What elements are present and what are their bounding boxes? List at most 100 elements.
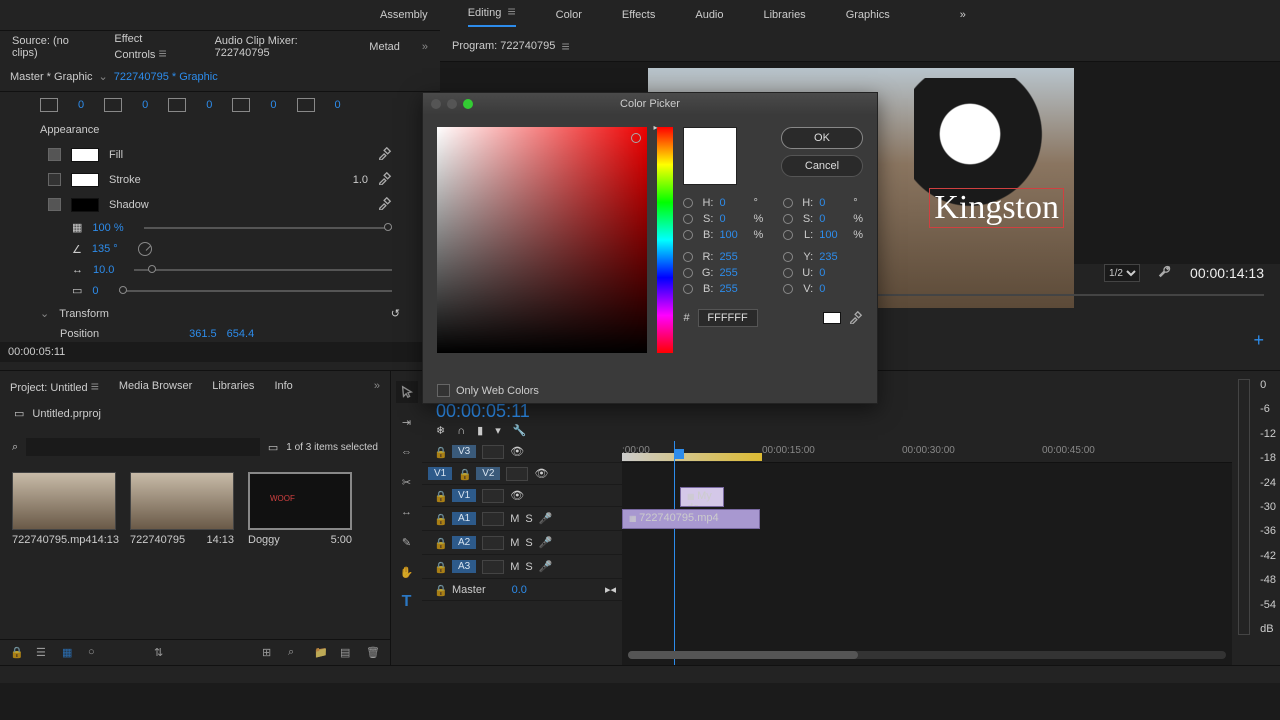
wrench-icon[interactable] bbox=[1158, 265, 1172, 282]
size-value[interactable]: 0 bbox=[92, 285, 98, 297]
metadata-tab[interactable]: Metad bbox=[369, 41, 400, 53]
hand-tool[interactable]: ✋ bbox=[396, 561, 418, 583]
hue-slider[interactable] bbox=[657, 127, 673, 353]
bin-item[interactable] bbox=[130, 472, 234, 530]
selection-tool[interactable] bbox=[396, 381, 418, 403]
toggle-output[interactable] bbox=[482, 445, 504, 459]
project-tab[interactable]: Project: Untitled ≡ bbox=[10, 378, 99, 394]
eyedropper-icon[interactable] bbox=[849, 310, 863, 327]
stroke-width[interactable]: 1.0 bbox=[353, 174, 368, 186]
sort-icon[interactable]: ⇅ bbox=[154, 646, 168, 660]
icon-view-icon[interactable]: ▦ bbox=[62, 646, 76, 660]
distance-value[interactable]: 10.0 bbox=[93, 264, 114, 276]
snap-icon[interactable]: ❄ bbox=[436, 424, 445, 437]
track-a2[interactable]: A2 bbox=[452, 536, 476, 549]
tracking-prop-icon[interactable] bbox=[104, 98, 122, 112]
zoom-scrollbar[interactable] bbox=[628, 651, 1226, 659]
zoom-window-icon[interactable] bbox=[463, 99, 473, 109]
lock-icon[interactable]: 🔒 bbox=[10, 646, 24, 660]
panel-overflow-icon[interactable]: » bbox=[422, 41, 428, 53]
tab-editing[interactable]: Editing ≡ bbox=[468, 3, 516, 27]
new-bin-icon[interactable]: 📁 bbox=[314, 646, 328, 660]
eyedropper-icon[interactable] bbox=[378, 171, 392, 188]
settings-icon[interactable]: ▾ bbox=[495, 424, 501, 437]
tab-assembly[interactable]: Assembly bbox=[380, 9, 428, 21]
opacity-slider[interactable] bbox=[144, 227, 392, 229]
wrench-icon[interactable]: 🔧 bbox=[513, 424, 527, 437]
new-item-icon[interactable]: ▤ bbox=[340, 646, 354, 660]
pen-tool[interactable]: ✎ bbox=[396, 531, 418, 553]
distance-slider[interactable] bbox=[134, 269, 392, 271]
web-colors-checkbox[interactable] bbox=[437, 384, 450, 397]
shadow-checkbox[interactable] bbox=[48, 198, 61, 211]
saturation-value-field[interactable] bbox=[437, 127, 647, 353]
tracking-prop-icon[interactable] bbox=[168, 98, 186, 112]
stroke-checkbox[interactable] bbox=[48, 173, 61, 186]
angle-dial[interactable] bbox=[138, 242, 152, 256]
stroke-swatch[interactable] bbox=[71, 173, 99, 187]
close-window-icon[interactable] bbox=[431, 99, 441, 109]
tab-color[interactable]: Color bbox=[556, 9, 582, 21]
reset-icon[interactable]: ↺ bbox=[391, 307, 400, 320]
trash-icon[interactable]: 🗑 bbox=[366, 646, 380, 660]
tab-libraries[interactable]: Libraries bbox=[764, 9, 806, 21]
shadow-swatch[interactable] bbox=[71, 198, 99, 212]
track-v1[interactable]: V1 bbox=[452, 489, 476, 502]
hex-input[interactable] bbox=[698, 309, 758, 327]
media-browser-tab[interactable]: Media Browser bbox=[119, 380, 192, 392]
clip-name[interactable]: 722740795 * Graphic bbox=[114, 71, 218, 83]
bin-icon[interactable]: ▭ bbox=[14, 407, 24, 420]
libraries-tab[interactable]: Libraries bbox=[212, 380, 254, 392]
tab-overflow-icon[interactable]: » bbox=[960, 9, 966, 21]
time-ruler[interactable]: :00:00 00:00:15:00 00:00:30:00 00:00:45:… bbox=[622, 441, 1232, 463]
list-view-icon[interactable]: ☰ bbox=[36, 646, 50, 660]
fill-swatch[interactable] bbox=[71, 148, 99, 162]
eyedropper-icon[interactable] bbox=[378, 196, 392, 213]
clip-video[interactable]: ▦ 722740795.mp4 bbox=[622, 509, 760, 529]
auto-seq-icon[interactable]: ⊞ bbox=[262, 646, 276, 660]
track-v2[interactable]: V2 bbox=[476, 467, 500, 480]
zoom-select[interactable]: 1/2 bbox=[1104, 264, 1140, 282]
fill-checkbox[interactable] bbox=[48, 148, 61, 161]
bin-item[interactable] bbox=[12, 472, 116, 530]
program-tab[interactable]: Program: 722740795 bbox=[452, 40, 555, 52]
source-tab[interactable]: Source: (no clips) bbox=[12, 35, 92, 59]
twirl-icon[interactable]: ⌄ bbox=[40, 307, 49, 320]
dropdown-icon[interactable]: ⌄ bbox=[99, 70, 108, 83]
tracking-prop-icon[interactable] bbox=[232, 98, 250, 112]
razor-tool[interactable]: ✂ bbox=[396, 471, 418, 493]
ok-button[interactable]: OK bbox=[781, 127, 863, 149]
info-tab[interactable]: Info bbox=[274, 380, 292, 392]
title-overlay[interactable]: Kingston bbox=[929, 188, 1064, 228]
ripple-tool[interactable]: ⇔ bbox=[396, 441, 418, 463]
filter-icon[interactable]: ▭ bbox=[268, 441, 278, 454]
track-a1[interactable]: A1 bbox=[452, 512, 476, 525]
playhead-handle[interactable] bbox=[674, 449, 684, 459]
tracking-prop-icon[interactable] bbox=[297, 98, 315, 112]
min-window-icon[interactable] bbox=[447, 99, 457, 109]
add-icon[interactable]: + bbox=[1253, 330, 1264, 351]
find-icon[interactable]: ⌕ bbox=[288, 646, 302, 660]
audio-mixer-tab[interactable]: Audio Clip Mixer: 722740795 bbox=[215, 35, 348, 59]
search-input[interactable] bbox=[26, 438, 260, 456]
cancel-button[interactable]: Cancel bbox=[781, 155, 863, 177]
angle-value[interactable]: 135 ° bbox=[92, 243, 118, 255]
track-v3[interactable]: V3 bbox=[452, 445, 476, 458]
track-select-tool[interactable]: ⇥ bbox=[396, 411, 418, 433]
slip-tool[interactable]: ↔ bbox=[396, 501, 418, 523]
tab-effects[interactable]: Effects bbox=[622, 9, 655, 21]
marker-icon[interactable]: ▮ bbox=[477, 424, 483, 437]
track-a3[interactable]: A3 bbox=[452, 560, 476, 573]
master-track[interactable]: Master bbox=[452, 584, 486, 596]
link-icon[interactable]: ∩ bbox=[457, 425, 465, 437]
v1-patch[interactable]: V1 bbox=[428, 467, 452, 480]
effect-controls-tab[interactable]: Effect Controls ≡ bbox=[114, 33, 192, 61]
tab-audio[interactable]: Audio bbox=[695, 9, 723, 21]
bin-item[interactable]: WOOF bbox=[248, 472, 352, 530]
size-slider[interactable] bbox=[119, 290, 392, 292]
panel-overflow-icon[interactable]: » bbox=[374, 380, 380, 392]
tab-graphics[interactable]: Graphics bbox=[846, 9, 890, 21]
type-tool[interactable]: T bbox=[396, 591, 418, 613]
hue-radio[interactable] bbox=[683, 198, 693, 208]
freeform-icon[interactable]: ○ bbox=[88, 646, 102, 660]
